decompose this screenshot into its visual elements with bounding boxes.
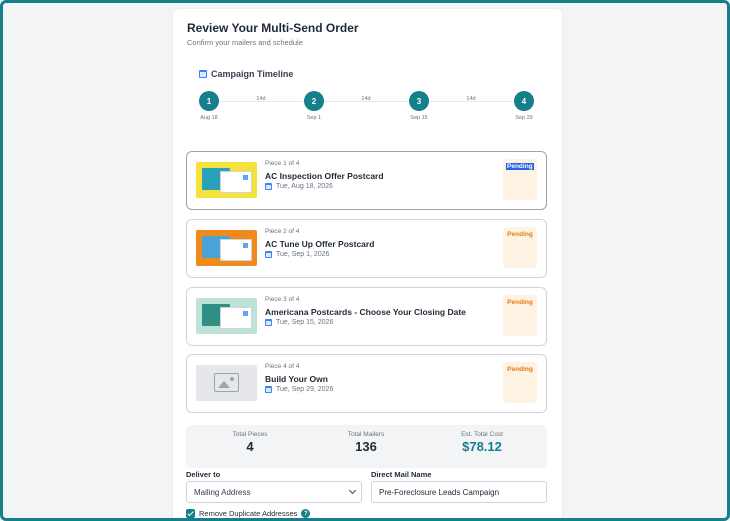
timeline-gap-label: 14d: [466, 96, 476, 102]
postcard-thumbnail: [196, 298, 257, 334]
piece-index: Piece 2 of 4: [265, 228, 300, 235]
deliver-to-select[interactable]: Mailing Address: [186, 481, 362, 503]
piece-send-date: Tue, Sep 15, 2026: [265, 319, 333, 326]
timeline-step-4[interactable]: 4: [514, 91, 534, 111]
timeline-header: Campaign Timeline: [199, 69, 293, 79]
piece-name: Americana Postcards - Choose Your Closin…: [265, 307, 466, 317]
page-subtitle: Confirm your mailers and schedule: [187, 38, 303, 47]
image-icon: [214, 373, 239, 392]
info-icon[interactable]: ?: [301, 509, 311, 518]
calendar-icon: [265, 386, 272, 393]
campaign-timeline: 14d 14d 14d 1 2 3 4 Aug 18 Sep 1 Sep 15 …: [173, 91, 562, 131]
timeline-title: Campaign Timeline: [211, 69, 294, 79]
timeline-gap-label: 14d: [361, 96, 371, 102]
page-title: Review Your Multi-Send Order: [187, 21, 359, 35]
calendar-icon: [265, 251, 272, 258]
status-badge: Pending: [503, 295, 537, 336]
piece-name: AC Inspection Offer Postcard: [265, 171, 384, 181]
timeline-step-date: Sep 29: [515, 115, 533, 121]
timeline-step-1[interactable]: 1: [199, 91, 219, 111]
status-badge: Pending: [503, 362, 537, 403]
total-mailers: Total Mailers 136: [347, 431, 385, 454]
mail-piece-card[interactable]: Piece 4 of 4 Build Your Own Tue, Sep 29,…: [186, 354, 547, 413]
chevron-down-icon: [348, 486, 357, 495]
timeline-step-date: Sep 1: [306, 115, 322, 121]
postcard-thumbnail: [196, 162, 257, 198]
timeline-step-date: Sep 15: [410, 115, 428, 121]
image-placeholder-thumbnail: [196, 365, 257, 401]
status-badge: Pending: [503, 159, 537, 200]
mail-piece-card[interactable]: Piece 1 of 4 AC Inspection Offer Postcar…: [186, 151, 547, 210]
piece-send-date: Tue, Sep 29, 2026: [265, 386, 333, 393]
piece-index: Piece 4 of 4: [265, 363, 300, 370]
deliver-to-label: Deliver to: [186, 470, 221, 479]
app-frame: Review Your Multi-Send Order Confirm you…: [0, 0, 730, 521]
timeline-step-2[interactable]: 2: [304, 91, 324, 111]
timeline-gap-label: 14d: [256, 96, 266, 102]
piece-index: Piece 1 of 4: [265, 160, 300, 167]
remove-duplicates-checkbox[interactable]: [186, 509, 195, 518]
piece-send-date: Tue, Aug 18, 2026: [265, 183, 333, 190]
remove-duplicates-row[interactable]: Remove Duplicate Addresses ?: [186, 509, 311, 518]
status-badge: Pending: [503, 227, 537, 268]
direct-mail-name-input[interactable]: Pre-Foreclosure Leads Campaign: [371, 481, 547, 503]
timeline-step-3[interactable]: 3: [409, 91, 429, 111]
mail-piece-card[interactable]: Piece 3 of 4 Americana Postcards - Choos…: [186, 287, 547, 346]
piece-name: Build Your Own: [265, 374, 328, 384]
review-order-panel: Review Your Multi-Send Order Confirm you…: [173, 9, 562, 518]
order-totals: Total Pieces 4 Total Mailers 136 Est. To…: [186, 425, 547, 468]
calendar-icon: [265, 319, 272, 326]
remove-duplicates-label: Remove Duplicate Addresses: [199, 509, 298, 518]
piece-send-date: Tue, Sep 1, 2026: [265, 251, 329, 258]
calendar-icon: [199, 70, 207, 78]
calendar-icon: [265, 183, 272, 190]
estimated-total-cost: Est. Total Cost $78.12: [461, 431, 503, 454]
piece-name: AC Tune Up Offer Postcard: [265, 239, 375, 249]
piece-index: Piece 3 of 4: [265, 296, 300, 303]
timeline-step-date: Aug 18: [200, 115, 218, 121]
postcard-thumbnail: [196, 230, 257, 266]
direct-mail-name-label: Direct Mail Name: [371, 470, 432, 479]
total-pieces: Total Pieces 4: [232, 431, 268, 454]
mail-piece-card[interactable]: Piece 2 of 4 AC Tune Up Offer Postcard T…: [186, 219, 547, 278]
